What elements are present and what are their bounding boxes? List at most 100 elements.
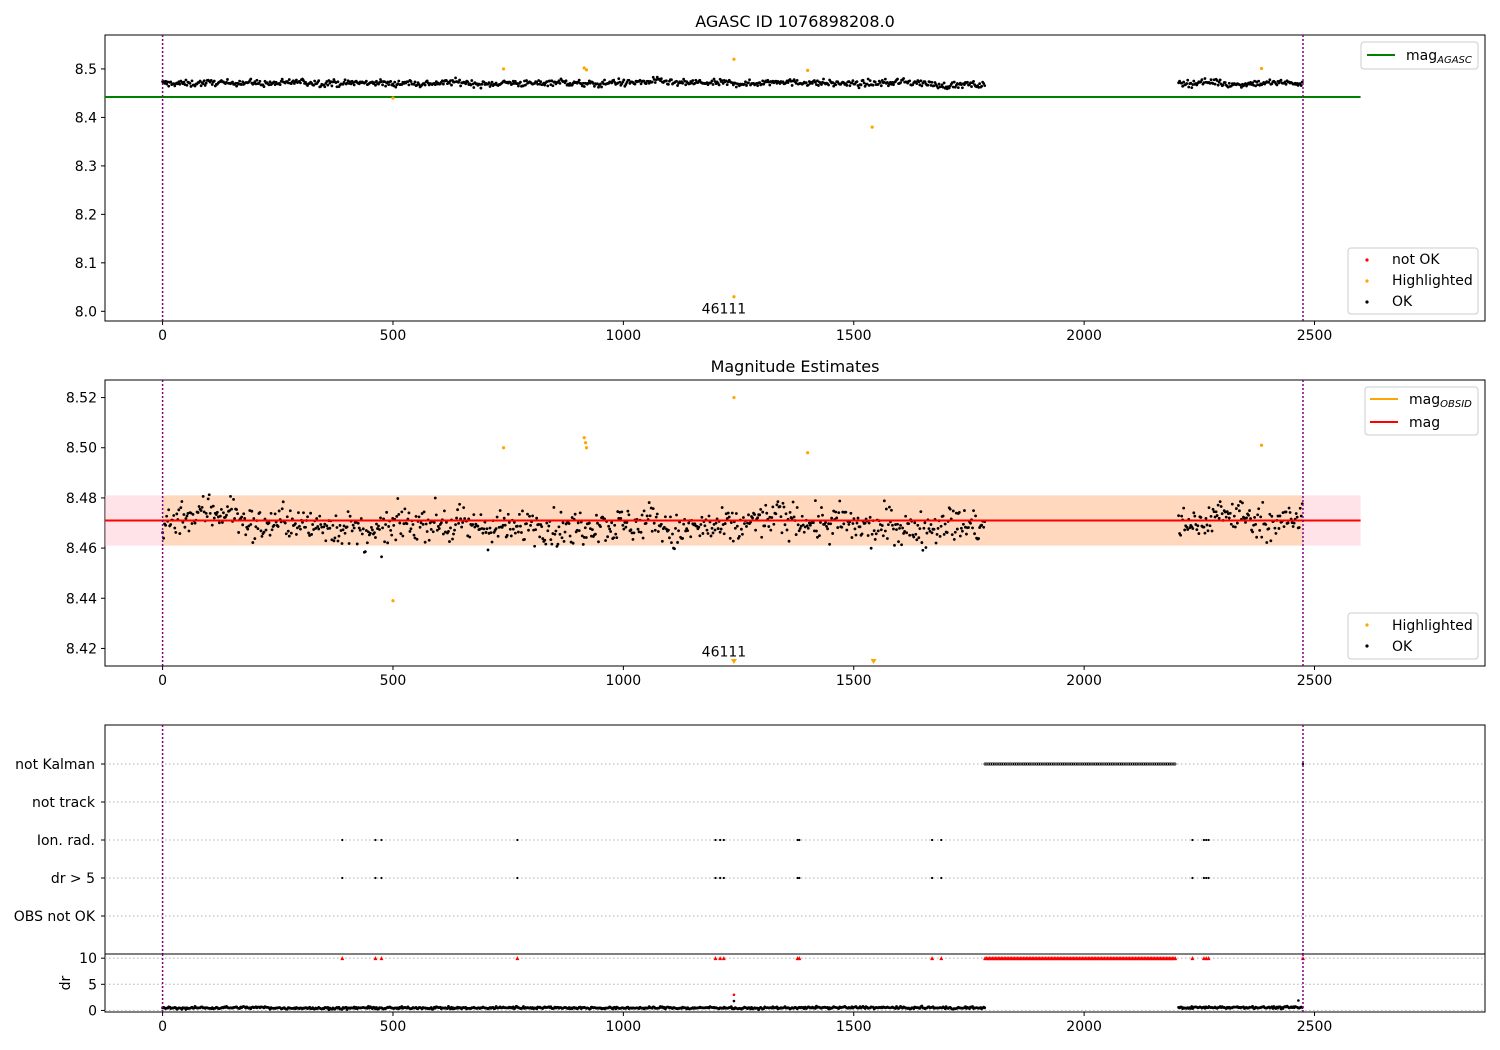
magnitude-ok-point bbox=[197, 505, 201, 508]
magnitude-ok-point bbox=[675, 513, 678, 517]
magnitude-ok-point bbox=[765, 511, 769, 515]
magnitude-ok-point bbox=[365, 541, 369, 545]
magnitude-ok-point bbox=[1202, 525, 1206, 529]
agasc-ok-point bbox=[827, 83, 830, 87]
agasc-ytick-label: 8.3 bbox=[75, 159, 97, 175]
magnitude-ok-point bbox=[826, 527, 829, 531]
magnitude-ok-point bbox=[734, 512, 738, 515]
agasc-ok-point bbox=[768, 83, 772, 87]
magnitude-ok-point bbox=[774, 512, 778, 516]
magnitude-ok-point bbox=[396, 497, 400, 500]
magnitude-ok-point bbox=[400, 510, 404, 514]
magnitude-xtick-label: 0 bbox=[158, 673, 167, 689]
magnitude-ok-point bbox=[561, 521, 565, 525]
agasc-ok-point bbox=[748, 78, 751, 82]
magnitude-ok-point bbox=[205, 515, 209, 519]
magnitude-ok-point bbox=[969, 521, 972, 525]
magnitude-ok-point bbox=[1247, 513, 1250, 517]
magnitude-ok-point bbox=[518, 512, 521, 516]
magnitude-ok-point bbox=[912, 535, 916, 539]
agasc-ok-point bbox=[387, 83, 391, 87]
magnitude-ok-point bbox=[938, 534, 942, 538]
magnitude-ok-point bbox=[1264, 523, 1268, 526]
magnitude-ok-point bbox=[1278, 514, 1282, 518]
magnitude-ok-point bbox=[1254, 522, 1258, 526]
magnitude-ok-point bbox=[899, 523, 902, 527]
magnitude-xtick-label: 2000 bbox=[1066, 673, 1102, 689]
magnitude-ok-point bbox=[667, 528, 670, 532]
magnitude-ok-point bbox=[399, 532, 403, 536]
agasc-ok-point bbox=[564, 79, 568, 83]
magnitude-ok-point bbox=[965, 532, 968, 536]
magnitude-ok-point bbox=[782, 505, 786, 509]
magnitude-ok-point bbox=[476, 524, 480, 528]
agasc-ok-point bbox=[725, 83, 729, 86]
magnitude-ytick-label: 8.48 bbox=[66, 491, 97, 507]
magnitude-ok-point bbox=[829, 522, 833, 526]
agasc-ok-point bbox=[323, 85, 327, 89]
magnitude-panel-title: Magnitude Estimates bbox=[711, 357, 880, 376]
agasc-ok-point bbox=[795, 78, 799, 82]
magnitude-ok-point bbox=[705, 528, 709, 532]
magnitude-ok-point bbox=[222, 511, 225, 515]
legend-highlighted-label: Highlighted bbox=[1392, 273, 1473, 289]
agasc-ok-point bbox=[551, 84, 555, 88]
magnitude-ok-point bbox=[921, 548, 925, 552]
flags-flag-point bbox=[374, 838, 377, 842]
magnitude-ok-point bbox=[819, 521, 822, 524]
magnitude-ok-point bbox=[517, 530, 520, 534]
agasc-ok-point bbox=[480, 82, 484, 86]
legend-highlighted-label-2: Highlighted bbox=[1392, 618, 1473, 634]
agasc-ok-point bbox=[464, 82, 468, 86]
magnitude-ok-point bbox=[210, 523, 214, 527]
magnitude-ok-point bbox=[687, 521, 691, 525]
magnitude-ok-point bbox=[356, 521, 360, 525]
flags-flag-point bbox=[1205, 876, 1208, 880]
agasc-ok-point bbox=[670, 78, 673, 82]
magnitude-ok-point bbox=[917, 536, 921, 540]
magnitude-ok-point bbox=[840, 525, 844, 529]
agasc-ok-point bbox=[710, 79, 714, 83]
magnitude-ok-point bbox=[285, 515, 289, 519]
agasc-ok-point bbox=[454, 76, 457, 80]
magnitude-ok-point bbox=[689, 535, 693, 539]
dr-xtick-label: 2000 bbox=[1066, 1019, 1102, 1035]
agasc-ok-point bbox=[593, 84, 596, 88]
magnitude-ok-point bbox=[781, 501, 785, 505]
magnitude-ok-point bbox=[794, 533, 798, 536]
agasc-ok-point bbox=[804, 81, 808, 84]
magnitude-ok-point bbox=[174, 531, 178, 534]
agasc-ok-point bbox=[919, 79, 923, 83]
flags-flag-point bbox=[1202, 838, 1206, 842]
magnitude-ok-point bbox=[741, 532, 744, 536]
magnitude-ok-point bbox=[958, 534, 962, 538]
dr-extra-point bbox=[732, 993, 736, 997]
magnitude-ok-point bbox=[334, 514, 338, 518]
agasc-ok-point bbox=[470, 79, 474, 82]
magnitude-ok-point bbox=[1216, 503, 1220, 507]
magnitude-ok-point bbox=[185, 514, 189, 518]
magnitude-ok-point bbox=[184, 517, 188, 520]
agasc-ok-point bbox=[940, 83, 944, 87]
agasc-ok-point bbox=[1279, 78, 1283, 82]
magnitude-ok-point bbox=[866, 534, 870, 537]
magnitude-ok-point bbox=[805, 524, 809, 528]
legend-mag-label: mag bbox=[1409, 415, 1440, 431]
magnitude-ok-point bbox=[490, 540, 494, 544]
agasc-highlighted-point bbox=[501, 67, 506, 71]
magnitude-ok-point bbox=[631, 538, 635, 541]
magnitude-ok-point bbox=[915, 538, 919, 542]
magnitude-ok-point bbox=[178, 532, 182, 535]
magnitude-ok-point bbox=[337, 534, 341, 538]
magnitude-ok-point bbox=[277, 509, 281, 513]
agasc-ok-point bbox=[336, 80, 340, 84]
magnitude-ok-point bbox=[550, 542, 554, 546]
magnitude-ok-point bbox=[791, 500, 795, 504]
agasc-ok-point bbox=[525, 79, 528, 82]
magnitude-ok-point bbox=[830, 516, 834, 520]
magnitude-ok-point bbox=[1196, 524, 1200, 528]
agasc-ok-point bbox=[883, 77, 887, 81]
agasc-ok-point bbox=[190, 79, 194, 83]
magnitude-ok-point bbox=[556, 542, 560, 546]
magnitude-ok-point bbox=[421, 522, 425, 526]
